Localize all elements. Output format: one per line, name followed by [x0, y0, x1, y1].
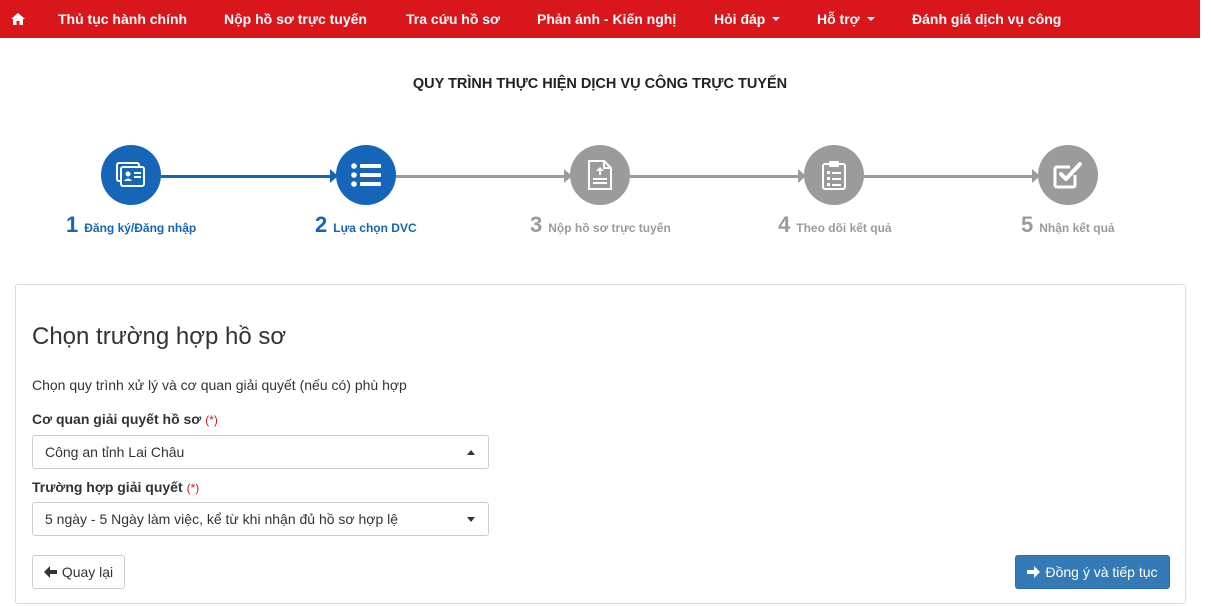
- nav-item-label: Hỏi đáp: [714, 11, 766, 27]
- caret-up-icon: [467, 450, 475, 455]
- step-2-label: 2 Lựa chọn DVC: [315, 212, 417, 238]
- required-marker: (*): [186, 481, 200, 495]
- home-icon: [11, 13, 25, 25]
- step-4-label: 4 Theo dõi kết quả: [778, 212, 892, 238]
- step-text: Đăng ký/Đăng nhập: [84, 221, 197, 235]
- list-icon: [351, 163, 381, 187]
- clipboard-icon: [822, 161, 846, 190]
- case-label-text: Trường hợp giải quyết: [32, 479, 183, 495]
- agency-select[interactable]: Công an tỉnh Lai Châu: [32, 435, 489, 469]
- case-select[interactable]: 5 ngày - 5 Ngày làm việc, kể từ khi nhận…: [32, 502, 489, 536]
- step-text: Nộp hồ sơ trực tuyến: [548, 221, 671, 235]
- nav-tra-cuu-ho-so[interactable]: Tra cứu hồ sơ: [406, 0, 500, 38]
- file-upload-icon: [588, 160, 612, 190]
- connector-line: [630, 175, 800, 178]
- connector-line: [396, 175, 566, 178]
- top-navbar: Thủ tục hành chính Nộp hồ sơ trực tuyến …: [0, 0, 1200, 38]
- agree-continue-label: Đồng ý và tiếp tục: [1045, 564, 1158, 580]
- nav-ho-tro-dropdown[interactable]: Hỗ trợ: [817, 0, 875, 38]
- arrow-left-icon: [43, 566, 57, 578]
- panel-description: Chọn quy trình xử lý và cơ quan giải quy…: [32, 377, 407, 393]
- connector-line: [864, 175, 1034, 178]
- nav-item-label: Tra cứu hồ sơ: [406, 11, 501, 27]
- nav-phan-anh-kien-nghi[interactable]: Phản ánh - Kiến nghị: [537, 0, 676, 38]
- check-square-icon: [1053, 162, 1082, 189]
- step-number: 2: [315, 212, 328, 237]
- step-number: 1: [66, 212, 79, 237]
- nav-item-label: Phản ánh - Kiến nghị: [537, 11, 677, 27]
- caret-down-icon: [467, 517, 475, 522]
- caret-down-icon: [772, 17, 781, 21]
- step-text: Theo dõi kết quả: [796, 221, 892, 235]
- arrow-right-icon: [1027, 566, 1041, 578]
- nav-thu-tuc-hanh-chinh[interactable]: Thủ tục hành chính: [58, 0, 187, 38]
- case-field-label: Trường hợp giải quyết (*): [32, 479, 199, 495]
- agency-label-text: Cơ quan giải quyết hồ sơ: [32, 411, 202, 427]
- back-button-label: Quay lại: [61, 564, 114, 580]
- id-card-icon: [116, 162, 145, 187]
- step-number: 3: [530, 212, 543, 237]
- step-2-circle: [336, 145, 396, 205]
- nav-nop-ho-so[interactable]: Nộp hồ sơ trực tuyến: [224, 0, 367, 38]
- nav-item-label: Thủ tục hành chính: [58, 11, 188, 27]
- step-1-circle: [101, 145, 161, 205]
- caret-down-icon: [866, 17, 875, 21]
- step-3-label: 3 Nộp hồ sơ trực tuyến: [530, 212, 671, 238]
- step-text: Nhận kết quả: [1039, 221, 1115, 235]
- process-steps: 1 Đăng ký/Đăng nhập 2 Lựa chọn DVC 3 Nộp…: [0, 145, 1211, 245]
- step-1-label: 1 Đăng ký/Đăng nhập: [66, 212, 196, 238]
- panel-heading: Chọn trường hợp hồ sơ: [32, 323, 287, 350]
- case-selection-panel: Chọn trường hợp hồ sơ Chọn quy trình xử …: [15, 284, 1186, 604]
- step-number: 4: [778, 212, 791, 237]
- home-button[interactable]: [0, 0, 36, 38]
- back-button[interactable]: Quay lại: [32, 555, 125, 589]
- step-5-circle: [1038, 145, 1098, 205]
- nav-hoi-dap-dropdown[interactable]: Hỏi đáp: [714, 0, 781, 38]
- connector-line-active: [161, 175, 331, 178]
- agency-field-label: Cơ quan giải quyết hồ sơ (*): [32, 411, 218, 427]
- step-text: Lựa chọn DVC: [333, 221, 417, 235]
- nav-item-label: Đánh giá dịch vụ công: [912, 11, 1062, 27]
- step-4-circle: [804, 145, 864, 205]
- case-select-value: 5 ngày - 5 Ngày làm việc, kể từ khi nhận…: [45, 511, 399, 527]
- process-title: QUY TRÌNH THỰC HIỆN DỊCH VỤ CÔNG TRỰC TU…: [412, 76, 788, 92]
- step-3-circle: [570, 145, 630, 205]
- agree-continue-button[interactable]: Đồng ý và tiếp tục: [1015, 555, 1170, 589]
- required-marker: (*): [205, 413, 218, 427]
- nav-item-label: Hỗ trợ: [817, 11, 860, 27]
- nav-danh-gia-dich-vu-cong[interactable]: Đánh giá dịch vụ công: [912, 0, 1061, 38]
- step-number: 5: [1021, 212, 1034, 237]
- step-5-label: 5 Nhận kết quả: [1021, 212, 1115, 238]
- nav-item-label: Nộp hồ sơ trực tuyến: [224, 11, 367, 27]
- agency-select-value: Công an tỉnh Lai Châu: [45, 444, 185, 460]
